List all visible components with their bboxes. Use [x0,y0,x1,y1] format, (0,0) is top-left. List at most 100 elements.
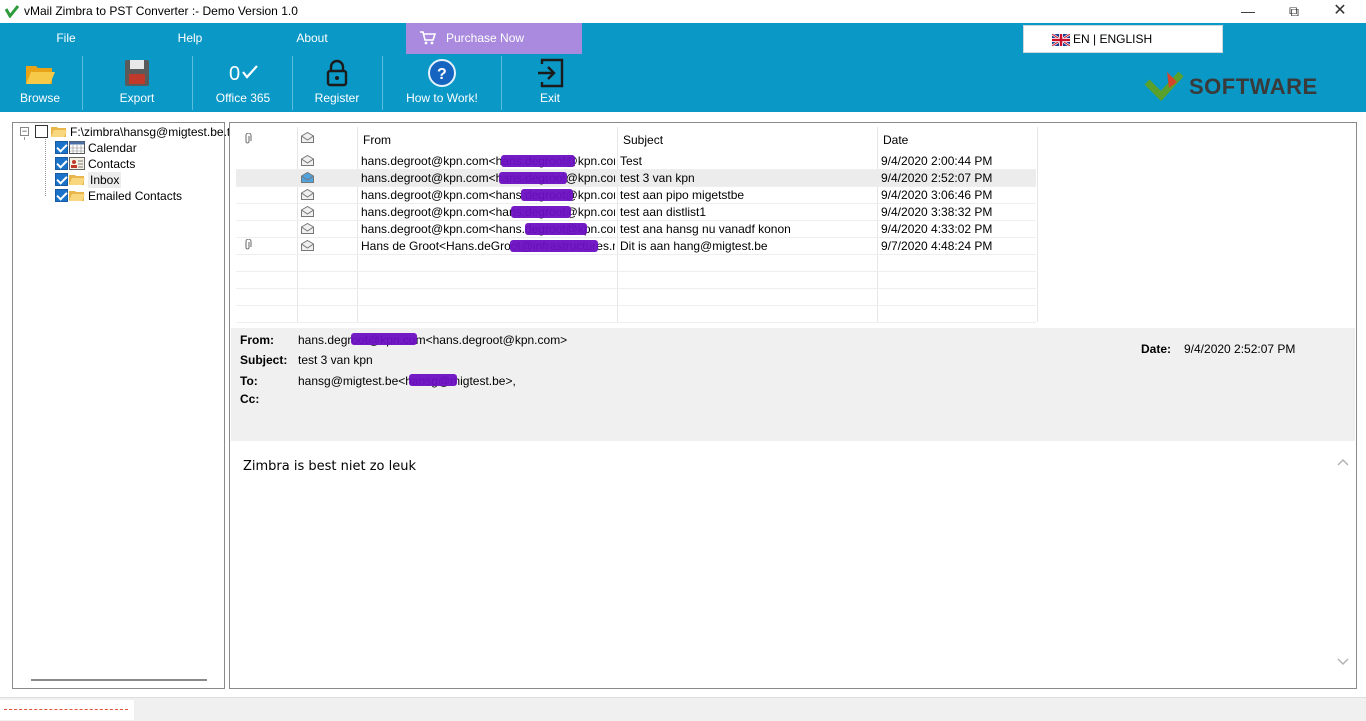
horizontal-scrollbar[interactable] [31,679,207,681]
register-button[interactable]: Register [296,54,378,112]
empty-row [236,289,1036,306]
read-status-column-icon[interactable] [301,132,314,143]
tree-item-emailed-contacts[interactable]: Emailed Contacts [53,188,223,204]
empty-row [236,255,1036,272]
envelope-icon [301,240,314,251]
tree-connector [45,139,46,196]
table-row[interactable]: hans.degroot@kpn.com<hans.degroot@kpn.co… [236,221,1036,238]
office365-button[interactable]: 0 Office 365 [200,54,286,112]
svg-text:0: 0 [229,63,240,85]
subject-value: test 3 van kpn [298,353,373,367]
date-cell: 9/7/2020 4:48:24 PM [881,239,993,253]
date-cell: 9/4/2020 2:00:44 PM [881,154,993,168]
date-cell: 9/4/2020 3:38:32 PM [881,205,993,219]
how-to-work-button[interactable]: ? How to Work! [390,54,494,112]
subject-cell: test aan distlist1 [620,205,707,219]
table-row[interactable]: hans.degroot@kpn.com<hans.degroot@kpn.co… [236,170,1036,187]
help-icon: ? [428,59,456,87]
date-value: 9/4/2020 2:52:07 PM [1184,342,1296,356]
column-header-date[interactable]: Date [883,133,908,147]
date-label: Date: [1141,342,1172,356]
register-label: Register [314,91,360,105]
envelope-icon [301,172,314,183]
office365-icon: 0 [229,63,258,85]
scroll-up-icon[interactable] [1337,457,1349,467]
empty-row [236,306,1036,323]
tree-item-label: Inbox [88,172,122,188]
language-label: EN | ENGLISH [1073,32,1153,46]
table-row[interactable]: hans.degroot@kpn.com<hans.degroot@kpn.co… [236,204,1036,221]
root-checkbox[interactable] [35,125,48,138]
uk-flag-icon [1052,34,1070,46]
minimize-button[interactable]: — [1225,0,1271,23]
date-cell: 9/4/2020 3:06:46 PM [881,188,993,202]
export-label: Export [119,91,155,105]
from-label: From: [240,333,274,347]
brand-diamond-icon [1144,71,1184,102]
folder-icon [69,175,85,185]
collapse-toggle[interactable]: − [20,127,29,136]
purchase-now-button[interactable]: Purchase Now [406,23,582,54]
inbox-checkbox[interactable] [55,173,68,186]
table-row[interactable]: hans.degroot@kpn.com<hans.degroot@kpn.co… [236,153,1036,170]
from-cell: hans.degroot@kpn.com<hans.degroot@kpn.co… [361,205,615,219]
message-body-pane[interactable]: Zimbra is best niet zo leuk [231,441,1355,687]
contacts-checkbox[interactable] [55,157,68,170]
export-button[interactable]: Export [94,54,180,112]
emailed-contacts-checkbox[interactable] [55,189,68,202]
brand-logo: SOFTWARE [1143,68,1323,102]
calendar-checkbox[interactable] [55,141,68,154]
to-value: hansg@migtest.be<hansg@migtest.be>, [298,374,516,388]
status-bar [0,697,1366,721]
folder-icon [69,191,85,201]
table-row[interactable]: hans.degroot@kpn.com<hans.degroot@kpn.co… [236,187,1036,204]
date-cell: 9/4/2020 2:52:07 PM [881,171,993,185]
language-selector[interactable]: EN | ENGLISH [1023,25,1223,53]
office365-label: Office 365 [215,91,271,105]
tree-item-inbox[interactable]: Inbox [53,172,223,188]
from-cell: hans.degroot@kpn.com<hans.degroot@kpn.co… [361,188,615,202]
close-button[interactable]: ✕ [1317,0,1363,23]
scroll-down-icon[interactable] [1337,657,1349,667]
envelope-icon [301,189,314,200]
tree-root[interactable]: − F:\zimbra\hansg@migtest.be.tgz [18,124,243,140]
menu-help[interactable]: Help [124,23,256,54]
toolbar-separator [501,56,502,110]
attachment-column-icon[interactable] [244,133,252,145]
exit-button[interactable]: Exit [510,54,590,112]
subject-cell: Test [620,154,643,168]
menu-file[interactable]: File [0,23,132,54]
tree-item-contacts[interactable]: Contacts [53,156,223,172]
redaction-mark [510,240,598,252]
contacts-icon [69,157,85,170]
brand-text: SOFTWARE [1189,74,1318,99]
menu-about[interactable]: About [246,23,378,54]
cart-icon [420,31,436,45]
toolbar-separator [82,56,83,110]
table-row[interactable]: Hans de Groot<Hans.deGroot@infrastructur… [236,238,1036,255]
toolbar-separator [292,56,293,110]
date-cell: 9/4/2020 4:33:02 PM [881,222,993,236]
column-header-from[interactable]: From [363,133,391,147]
envelope-icon [301,155,314,166]
attachment-icon [245,239,252,250]
maximize-button[interactable]: ⧉ [1271,0,1317,23]
envelope-icon [301,223,314,234]
toolbar: Browse Export 0 Office 365 Register ? Ho [0,54,1366,112]
save-icon [125,60,149,86]
tree-item-calendar[interactable]: Calendar [53,140,223,156]
redaction-mark [409,374,457,386]
calendar-icon [69,141,85,154]
browse-button[interactable]: Browse [0,54,80,112]
folder-open-icon [26,66,55,84]
tree-item-label: Contacts [88,157,136,171]
how-to-work-label: How to Work! [406,91,478,105]
column-header-subject[interactable]: Subject [623,133,663,147]
subject-cell: test ana hansg nu vanadf konon [620,222,791,236]
toolbar-separator [382,56,383,110]
lock-icon [326,59,348,87]
from-value: hans.degroot@kpn.com<hans.degroot@kpn.co… [298,333,568,347]
cc-label: Cc: [240,392,260,406]
redaction-mark [351,333,417,345]
redaction-mark [499,172,567,184]
